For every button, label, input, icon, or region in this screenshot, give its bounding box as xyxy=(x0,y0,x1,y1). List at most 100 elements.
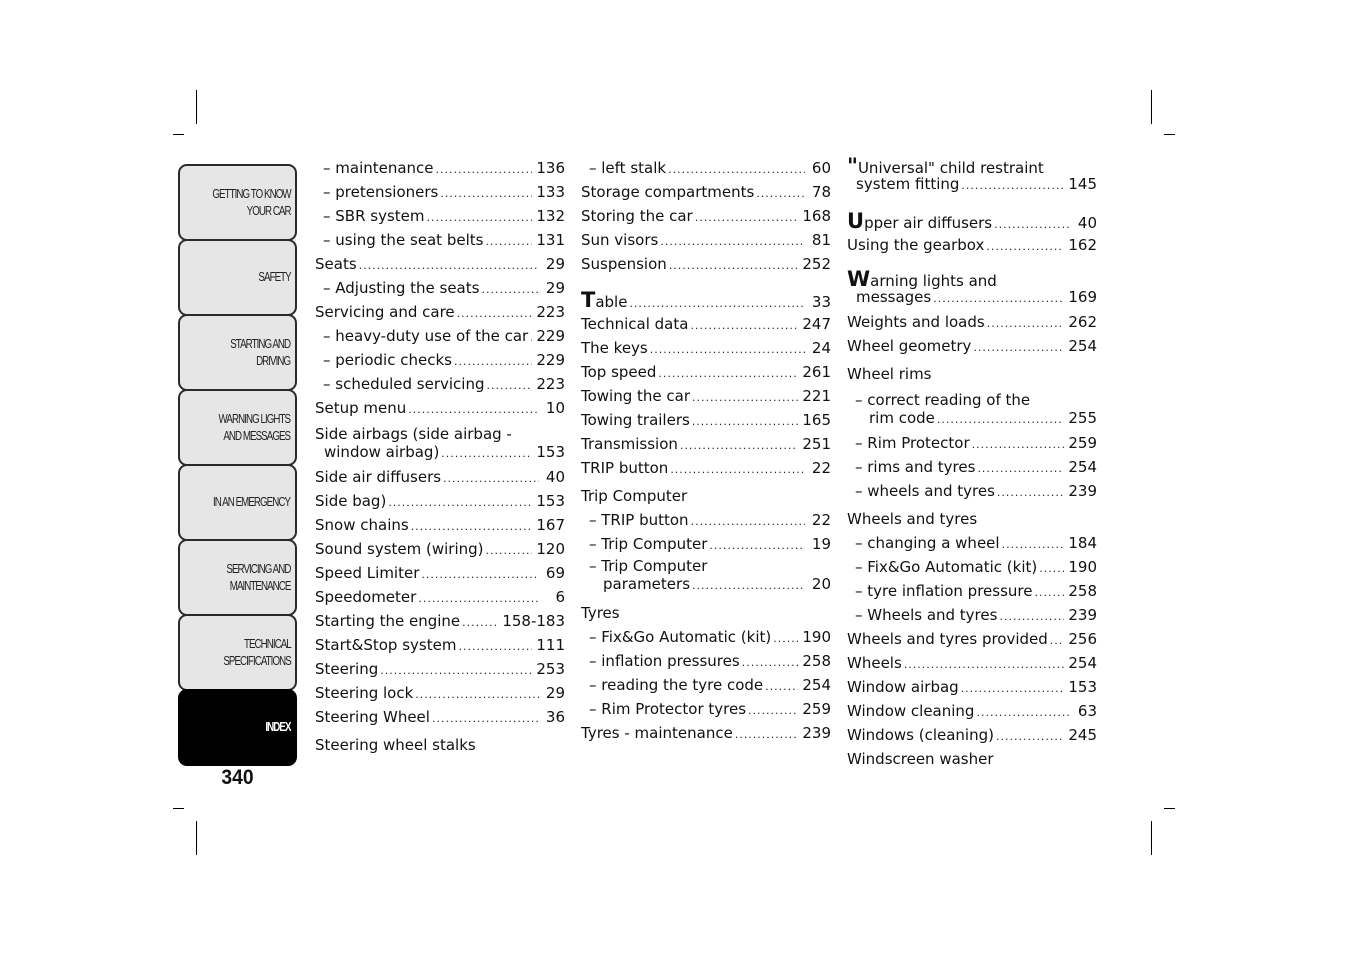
page-ref[interactable]: 251 xyxy=(802,432,831,456)
index-entry[interactable]: Steering Wheel 36 xyxy=(315,705,565,729)
page-ref[interactable]: 10 xyxy=(543,396,565,420)
index-entry[interactable]: Steering wheel stalks xyxy=(315,733,565,757)
page-ref[interactable]: 19 xyxy=(809,532,831,556)
page-ref[interactable]: 162 xyxy=(1068,233,1097,257)
page-ref[interactable]: 167 xyxy=(536,513,565,537)
index-entry[interactable]: – Adjusting the seats 29 xyxy=(315,276,565,300)
index-entry[interactable]: Tyres xyxy=(581,601,831,625)
index-entry[interactable]: Towing trailers 165 xyxy=(581,408,831,432)
index-entry[interactable]: Sound system (wiring) 120 xyxy=(315,537,565,561)
index-entry[interactable]: – using the seat belts 131 xyxy=(315,228,565,252)
page-ref[interactable]: 254 xyxy=(1068,455,1097,479)
page-ref[interactable]: 259 xyxy=(802,697,831,721)
index-entry[interactable]: Storing the car 168 xyxy=(581,204,831,228)
index-entry[interactable]: Servicing and care 223 xyxy=(315,300,565,324)
index-entry[interactable]: Seats 29 xyxy=(315,252,565,276)
page-ref[interactable]: 136 xyxy=(536,156,565,180)
index-entry[interactable]: Starting the engine 158-183 xyxy=(315,609,565,633)
page-ref[interactable]: 261 xyxy=(802,360,831,384)
index-entry[interactable]: Side air diffusers 40 xyxy=(315,465,565,489)
page-ref[interactable]: 153 xyxy=(536,441,565,463)
page-ref[interactable]: 184 xyxy=(1068,531,1097,555)
tab-servicing[interactable]: SERVICING AND MAINTENANCE xyxy=(178,539,297,616)
page-ref[interactable]: 254 xyxy=(1068,334,1097,358)
index-entry[interactable]: Transmission 251 xyxy=(581,432,831,456)
index-entry[interactable]: Start&Stop system 111 xyxy=(315,633,565,657)
page-ref[interactable]: 239 xyxy=(1068,603,1097,627)
index-entry[interactable]: Trip Computer xyxy=(581,484,831,508)
page-ref[interactable]: 223 xyxy=(536,372,565,396)
index-entry[interactable]: – heavy-duty use of the car 229 xyxy=(315,324,565,348)
page-ref[interactable]: 190 xyxy=(802,625,831,649)
index-entry[interactable]: Wheels and tyres xyxy=(847,507,1097,531)
index-entry[interactable]: – Trip Computer 19 xyxy=(581,532,831,556)
index-entry[interactable]: Setup menu 10 xyxy=(315,396,565,420)
page-ref[interactable]: 40 xyxy=(543,465,565,489)
page-ref[interactable]: 229 xyxy=(536,324,565,348)
page-ref[interactable]: 6 xyxy=(543,585,565,609)
page-ref[interactable]: 133 xyxy=(536,180,565,204)
index-entry[interactable]: Sun visors 81 xyxy=(581,228,831,252)
page-ref[interactable]: 132 xyxy=(536,204,565,228)
page-ref[interactable]: 254 xyxy=(802,673,831,697)
index-entry[interactable]: Using the gearbox 162 xyxy=(847,233,1097,257)
page-ref[interactable]: 36 xyxy=(543,705,565,729)
index-entry[interactable]: Warning lights andmessages169 xyxy=(847,269,1097,310)
tab-technical-specifications[interactable]: TECHNICAL SPECIFICATIONS xyxy=(178,614,297,691)
index-entry[interactable]: Upper air diffusers 40 xyxy=(847,209,1097,233)
index-entry[interactable]: Snow chains 167 xyxy=(315,513,565,537)
page-ref[interactable]: 40 xyxy=(1075,211,1097,235)
page-ref[interactable]: 78 xyxy=(809,180,831,204)
index-entry[interactable]: – Fix&Go Automatic (kit) 190 xyxy=(581,625,831,649)
page-ref[interactable]: 254 xyxy=(1068,651,1097,675)
index-entry[interactable]: – pretensioners 133 xyxy=(315,180,565,204)
tab-safety[interactable]: SAFETY xyxy=(178,239,297,316)
index-entry[interactable]: – Wheels and tyres 239 xyxy=(847,603,1097,627)
index-entry[interactable]: – periodic checks 229 xyxy=(315,348,565,372)
page-ref[interactable]: 24 xyxy=(809,336,831,360)
index-entry[interactable]: – SBR system 132 xyxy=(315,204,565,228)
tab-warning-lights[interactable]: WARNING LIGHTS AND MESSAGES xyxy=(178,389,297,466)
tab-starting-and-driving[interactable]: STARTING AND DRIVING xyxy=(178,314,297,391)
index-entry[interactable]: – rims and tyres 254 xyxy=(847,455,1097,479)
index-entry[interactable]: – wheels and tyres 239 xyxy=(847,479,1097,503)
index-entry[interactable]: – scheduled servicing 223 xyxy=(315,372,565,396)
page-ref[interactable]: 190 xyxy=(1068,555,1097,579)
index-entry[interactable]: – TRIP button 22 xyxy=(581,508,831,532)
index-entry[interactable]: Steering 253 xyxy=(315,657,565,681)
page-ref[interactable]: 22 xyxy=(809,456,831,480)
index-entry[interactable]: – left stalk 60 xyxy=(581,156,831,180)
index-entry[interactable]: – reading the tyre code 254 xyxy=(581,673,831,697)
index-entry[interactable]: – tyre inflation pressure 258 xyxy=(847,579,1097,603)
page-ref[interactable]: 60 xyxy=(809,156,831,180)
index-entry[interactable]: – Rim Protector tyres 259 xyxy=(581,697,831,721)
index-entry[interactable]: Top speed 261 xyxy=(581,360,831,384)
page-ref[interactable]: 111 xyxy=(536,633,565,657)
page-ref[interactable]: 258 xyxy=(802,649,831,673)
index-entry[interactable]: "Universal" child restraint system fittin… xyxy=(847,156,1097,197)
page-ref[interactable]: 22 xyxy=(809,508,831,532)
index-entry[interactable]: – correct reading of therim code255 xyxy=(847,390,1097,431)
page-ref[interactable]: 239 xyxy=(802,721,831,745)
page-ref[interactable]: 145 xyxy=(1068,173,1097,195)
page-ref[interactable]: 262 xyxy=(1068,310,1097,334)
page-ref[interactable]: 168 xyxy=(802,204,831,228)
index-entry[interactable]: Side bag) 153 xyxy=(315,489,565,513)
index-entry[interactable]: Weights and loads 262 xyxy=(847,310,1097,334)
page-ref[interactable]: 253 xyxy=(536,657,565,681)
page-ref[interactable]: 29 xyxy=(543,252,565,276)
page-ref[interactable]: 258 xyxy=(1068,579,1097,603)
index-entry[interactable]: TRIP button 22 xyxy=(581,456,831,480)
index-entry[interactable]: Towing the car 221 xyxy=(581,384,831,408)
page-ref[interactable]: 63 xyxy=(1075,699,1097,723)
page-ref[interactable]: 131 xyxy=(536,228,565,252)
page-ref[interactable]: 153 xyxy=(1068,675,1097,699)
page-ref[interactable]: 153 xyxy=(536,489,565,513)
page-ref[interactable]: 81 xyxy=(809,228,831,252)
index-entry[interactable]: Wheels and tyres provided 256 xyxy=(847,627,1097,651)
page-ref[interactable]: 29 xyxy=(543,276,565,300)
page-ref[interactable]: 245 xyxy=(1068,723,1097,747)
index-entry[interactable]: Wheel geometry 254 xyxy=(847,334,1097,358)
index-entry[interactable]: – inflation pressures 258 xyxy=(581,649,831,673)
index-entry[interactable]: – Rim Protector 259 xyxy=(847,431,1097,455)
